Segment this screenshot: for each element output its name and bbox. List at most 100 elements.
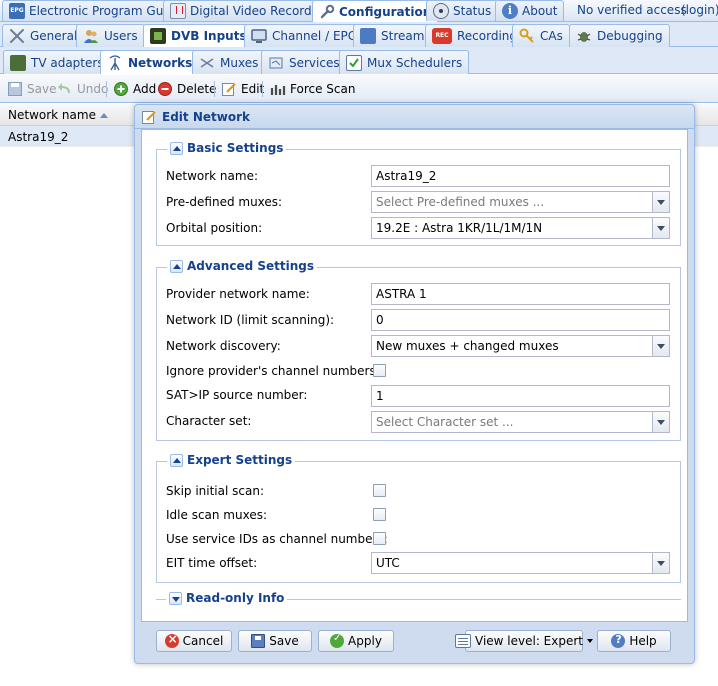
advanced-settings-fieldset: Advanced Settings Provider network name:…	[156, 259, 681, 441]
dvb-card-icon	[150, 28, 166, 44]
network-id-value: 0	[376, 313, 384, 327]
tab-muxes[interactable]: Muxes	[192, 50, 266, 74]
ignore-channel-numbers-checkbox[interactable]	[373, 364, 386, 377]
idle-scan-muxes-checkbox[interactable]	[373, 508, 386, 521]
expert-settings-legend[interactable]: Expert Settings	[167, 453, 296, 467]
key-icon	[519, 28, 535, 44]
character-set-select[interactable]: Select Character set ...	[371, 411, 670, 433]
view-level-button[interactable]: View level: Expert	[455, 630, 594, 652]
tab-status[interactable]: Status	[426, 0, 499, 21]
advanced-settings-legend[interactable]: Advanced Settings	[167, 259, 318, 273]
eit-time-offset-label: EIT time offset:	[166, 556, 258, 570]
network-discovery-select[interactable]: New muxes + changed muxes	[371, 335, 670, 357]
tab-channel-epg[interactable]: Channel / EPG	[244, 24, 365, 47]
edit-button[interactable]: Edit	[221, 80, 264, 98]
predefined-muxes-label: Pre-defined muxes:	[166, 195, 283, 209]
service-ids-checkbox[interactable]	[373, 532, 386, 545]
character-set-label: Character set:	[166, 414, 252, 428]
tab-recording[interactable]: REC Recording	[425, 24, 525, 47]
collapse-icon[interactable]	[170, 259, 183, 273]
help-button[interactable]: Help	[597, 630, 671, 652]
eit-time-offset-value: UTC	[376, 556, 400, 570]
skip-initial-scan-checkbox[interactable]	[373, 484, 386, 497]
chevron-down-icon[interactable]	[652, 218, 669, 238]
add-icon	[113, 81, 129, 97]
force-scan-button[interactable]: Force Scan	[270, 80, 355, 98]
stream-icon	[360, 28, 376, 44]
dvb-tab-bar: TV adapters Networks Muxes Services Mux …	[0, 47, 718, 74]
add-label: Add	[133, 82, 157, 96]
tab-users[interactable]: Users	[76, 24, 145, 47]
orbital-position-select[interactable]: 19.2E : Astra 1KR/1L/1M/1N	[371, 217, 670, 239]
view-level-icon	[455, 634, 471, 648]
tab-tv-adapters[interactable]: TV adapters	[3, 50, 111, 74]
save-button[interactable]: Save	[238, 630, 312, 652]
add-button[interactable]: Add	[113, 80, 156, 98]
tab-networks[interactable]: Networks	[100, 50, 200, 74]
basic-settings-fieldset: Basic Settings Network name: Astra19_2 P…	[156, 141, 681, 246]
tab-dvr[interactable]: Digital Video Recorder	[163, 0, 331, 21]
network-name-input[interactable]: Astra19_2	[371, 165, 670, 187]
chevron-down-icon[interactable]	[652, 192, 669, 212]
users-icon	[83, 28, 99, 44]
epg-icon: EPG	[9, 3, 25, 19]
tab-debugging[interactable]: Debugging	[569, 24, 670, 47]
tab-configuration[interactable]: Configuration	[312, 0, 439, 22]
dropdown-arrow-icon	[587, 639, 594, 643]
collapse-icon[interactable]	[170, 453, 183, 467]
network-name-label: Network name:	[166, 169, 258, 183]
network-name-value: Astra19_2	[376, 169, 437, 183]
save-toolbar-button[interactable]: Save	[7, 80, 56, 98]
chevron-down-icon[interactable]	[652, 412, 669, 432]
undo-label: Undo	[77, 82, 109, 96]
chevron-down-icon[interactable]	[652, 336, 669, 356]
eye-icon	[433, 3, 449, 19]
tab-tv-adapters-label: TV adapters	[31, 55, 104, 70]
expert-settings-title: Expert Settings	[187, 453, 293, 467]
satip-source-value: 1	[376, 389, 384, 403]
tab-configuration-label: Configuration	[339, 4, 432, 19]
eit-time-offset-select[interactable]: UTC	[371, 552, 670, 574]
apply-button[interactable]: Apply	[318, 630, 394, 652]
force-scan-label: Force Scan	[290, 82, 356, 96]
antenna-icon	[107, 54, 123, 71]
tab-mux-schedulers[interactable]: Mux Schedulers	[339, 50, 470, 74]
toolbar-separator	[106, 81, 107, 97]
dialog-header[interactable]: Edit Network	[135, 105, 694, 129]
mux-icon	[199, 55, 215, 71]
ignore-channel-numbers-label: Ignore provider's channel numbers:	[166, 364, 380, 378]
tab-stream[interactable]: Stream	[353, 24, 432, 47]
column-network-name[interactable]: Network name	[8, 108, 108, 122]
orbital-position-label: Orbital position:	[166, 221, 263, 235]
login-link[interactable]: (login)	[681, 3, 718, 17]
delete-icon	[157, 81, 173, 97]
tab-epg[interactable]: EPG Electronic Program Guide	[2, 0, 189, 21]
top-tab-bar: EPG Electronic Program Guide Digital Vid…	[0, 0, 718, 22]
satip-source-input[interactable]: 1	[371, 385, 670, 407]
tab-general[interactable]: General	[2, 24, 85, 47]
tab-about[interactable]: i About	[495, 0, 565, 21]
expand-icon[interactable]	[169, 591, 182, 605]
cancel-button[interactable]: Cancel	[156, 630, 232, 652]
tab-dvb-inputs[interactable]: DVB Inputs	[143, 24, 254, 47]
sort-ascending-icon	[99, 112, 108, 118]
tab-networks-label: Networks	[128, 55, 193, 70]
help-label: Help	[629, 634, 657, 648]
network-id-input[interactable]: 0	[371, 309, 670, 331]
basic-settings-legend[interactable]: Basic Settings	[167, 141, 287, 155]
bug-icon	[576, 28, 592, 44]
chevron-down-icon[interactable]	[652, 553, 669, 573]
character-set-placeholder: Select Character set ...	[376, 415, 514, 429]
provider-network-name-input[interactable]: ASTRA 1	[371, 283, 670, 305]
save-label: Save	[269, 634, 299, 648]
tab-cas[interactable]: CAs	[512, 24, 570, 47]
toolbar-separator	[262, 81, 263, 97]
tab-status-label: Status	[453, 4, 492, 18]
tab-cas-label: CAs	[540, 29, 563, 43]
predefined-muxes-select[interactable]: Select Pre-defined muxes ...	[371, 191, 670, 213]
delete-button[interactable]: Delete	[157, 80, 216, 98]
tab-services[interactable]: Services	[261, 50, 347, 74]
readonly-info-legend[interactable]: Read-only Info	[166, 591, 288, 605]
undo-button[interactable]: Undo	[57, 80, 108, 98]
collapse-icon[interactable]	[170, 141, 183, 155]
